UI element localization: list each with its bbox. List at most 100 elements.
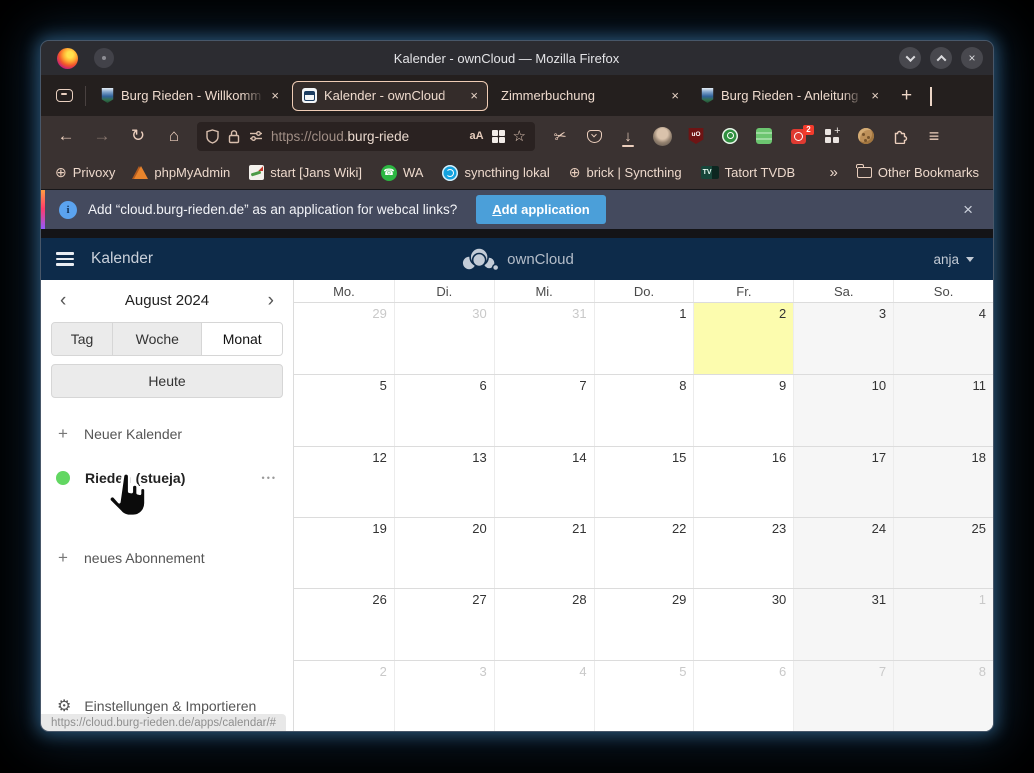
calendar-day-cell[interactable]: 5 (594, 661, 694, 731)
next-month-button[interactable]: › (268, 291, 274, 310)
calendar-day-cell[interactable]: 8 (594, 375, 694, 445)
red-badge-extension-button[interactable]: 2 (781, 129, 815, 144)
calendar-day-cell[interactable]: 1 (594, 303, 694, 374)
tab-zimmerbuchung[interactable]: Zimmerbuchung × (492, 81, 688, 111)
new-subscription-button[interactable]: + neues Abonnement (41, 546, 293, 570)
calendar-day-cell[interactable]: 1 (893, 589, 993, 659)
calendar-day-cell[interactable]: 2 (294, 661, 394, 731)
view-woche-button[interactable]: Woche (113, 323, 202, 355)
bookmark-tatort-tvdb[interactable]: TVTatort TVDB (701, 165, 796, 180)
calendar-day-cell[interactable]: 4 (494, 661, 594, 731)
calendar-day-cell[interactable]: 9 (693, 375, 793, 445)
account-avatar[interactable] (645, 127, 679, 146)
tab-close-icon[interactable]: × (671, 88, 679, 103)
calendar-day-cell[interactable]: 4 (893, 303, 993, 374)
bookmarks-overflow-button[interactable]: » (830, 164, 838, 181)
translate-icon[interactable]: aA (469, 130, 483, 142)
calendar-day-cell[interactable]: 29 (294, 303, 394, 374)
calendar-day-cell[interactable]: 12 (294, 447, 394, 517)
calendar-day-cell[interactable]: 10 (793, 375, 893, 445)
url-input[interactable]: https://cloud.burg-riede (271, 129, 461, 144)
calendar-day-cell[interactable]: 5 (294, 375, 394, 445)
calendar-day-cell[interactable]: 13 (394, 447, 494, 517)
ublock-extension-button[interactable]: uO (679, 128, 713, 144)
close-notification-button[interactable]: × (957, 200, 979, 220)
bookmark-privoxy[interactable]: ⊕Privoxy (55, 164, 115, 181)
permissions-icon[interactable] (249, 130, 263, 142)
calendar-day-cell[interactable]: 8 (893, 661, 993, 731)
green-circle-extension-button[interactable] (713, 128, 747, 144)
tracking-shield-icon[interactable] (206, 129, 219, 144)
calendar-day-cell[interactable]: 30 (394, 303, 494, 374)
calendar-day-cell[interactable]: 20 (394, 518, 494, 588)
close-window-button[interactable]: × (961, 47, 983, 69)
view-monat-button[interactable]: Monat (202, 323, 282, 355)
back-button[interactable]: ← (51, 126, 81, 146)
app-menu-button[interactable]: ≡ (917, 126, 951, 147)
bookmark-whatsapp[interactable]: ☎WA (381, 165, 423, 181)
other-bookmarks-button[interactable]: Other Bookmarks (857, 165, 979, 180)
tab-list-button[interactable] (921, 87, 941, 105)
tab-burg-rieden-anleitung[interactable]: Burg Rieden - Anleitung × (692, 81, 888, 111)
tab-close-icon[interactable]: × (470, 88, 478, 103)
app-navigation-toggle[interactable] (56, 252, 74, 265)
today-button[interactable]: Heute (51, 364, 283, 398)
view-tag-button[interactable]: Tag (52, 323, 113, 355)
calendar-day-cell[interactable]: 28 (494, 589, 594, 659)
title-bar[interactable]: Kalender - ownCloud — Mozilla Firefox × (41, 41, 993, 75)
forward-button[interactable]: → (87, 126, 117, 146)
calendar-day-cell[interactable]: 17 (793, 447, 893, 517)
calendar-day-cell[interactable]: 30 (693, 589, 793, 659)
bookmark-jans-wiki[interactable]: start [Jans Wiki] (249, 165, 362, 180)
add-application-button[interactable]: Add application (476, 195, 606, 224)
calendar-day-cell[interactable]: 14 (494, 447, 594, 517)
bookmark-star-icon[interactable]: ☆ (513, 127, 526, 145)
titlebar-pin-button[interactable] (94, 48, 114, 68)
calendar-day-cell[interactable]: 31 (793, 589, 893, 659)
user-menu[interactable]: anja (933, 252, 978, 267)
tab-kalender-owncloud[interactable]: Kalender - ownCloud × (292, 81, 488, 111)
reload-button[interactable]: ↻ (123, 126, 153, 146)
green-square-extension-button[interactable] (747, 128, 781, 144)
url-bar[interactable]: https://cloud.burg-riede aA ☆ (197, 122, 535, 151)
calendar-day-cell[interactable]: 19 (294, 518, 394, 588)
home-button[interactable]: ⌂ (159, 126, 189, 146)
new-tab-button[interactable]: + (892, 85, 921, 107)
calendar-day-cell[interactable]: 7 (793, 661, 893, 731)
screenshot-button[interactable]: ✂ (543, 127, 577, 145)
calendar-day-cell-today[interactable]: 2 (693, 303, 793, 374)
calendar-day-cell[interactable]: 11 (893, 375, 993, 445)
tab-close-icon[interactable]: × (271, 88, 279, 103)
bookmark-syncthing-lokal[interactable]: syncthing lokal (442, 165, 549, 181)
calendar-day-cell[interactable]: 27 (394, 589, 494, 659)
calendar-day-cell[interactable]: 15 (594, 447, 694, 517)
firefox-view-button[interactable] (49, 82, 79, 110)
calendar-day-cell[interactable]: 3 (793, 303, 893, 374)
bookmark-phpmyadmin[interactable]: phpMyAdmin (134, 165, 230, 180)
calendar-day-cell[interactable]: 26 (294, 589, 394, 659)
extensions-button[interactable] (883, 128, 917, 144)
calendar-day-cell[interactable]: 6 (693, 661, 793, 731)
downloads-button[interactable]: ↓ (611, 128, 645, 145)
calendar-color-dot[interactable] (56, 471, 70, 485)
calendar-day-cell[interactable]: 21 (494, 518, 594, 588)
calendar-day-cell[interactable]: 29 (594, 589, 694, 659)
grid-icon[interactable] (492, 130, 505, 143)
minimize-button[interactable] (899, 47, 921, 69)
new-calendar-button[interactable]: + Neuer Kalender (41, 422, 293, 446)
calendar-day-cell[interactable]: 3 (394, 661, 494, 731)
calendar-day-cell[interactable]: 16 (693, 447, 793, 517)
calendar-day-cell[interactable]: 22 (594, 518, 694, 588)
calendar-day-cell[interactable]: 24 (793, 518, 893, 588)
tab-close-icon[interactable]: × (871, 88, 879, 103)
calendar-day-cell[interactable]: 6 (394, 375, 494, 445)
pocket-button[interactable] (577, 130, 611, 143)
calendar-day-cell[interactable]: 23 (693, 518, 793, 588)
calendar-day-cell[interactable]: 25 (893, 518, 993, 588)
grid-plus-extension-button[interactable]: + (815, 129, 849, 144)
maximize-button[interactable] (930, 47, 952, 69)
calendar-day-cell[interactable]: 31 (494, 303, 594, 374)
calendar-day-cell[interactable]: 7 (494, 375, 594, 445)
more-options-button[interactable]: ••• (262, 473, 277, 483)
bookmark-brick-syncthing[interactable]: ⊕brick | Syncthing (569, 164, 682, 181)
